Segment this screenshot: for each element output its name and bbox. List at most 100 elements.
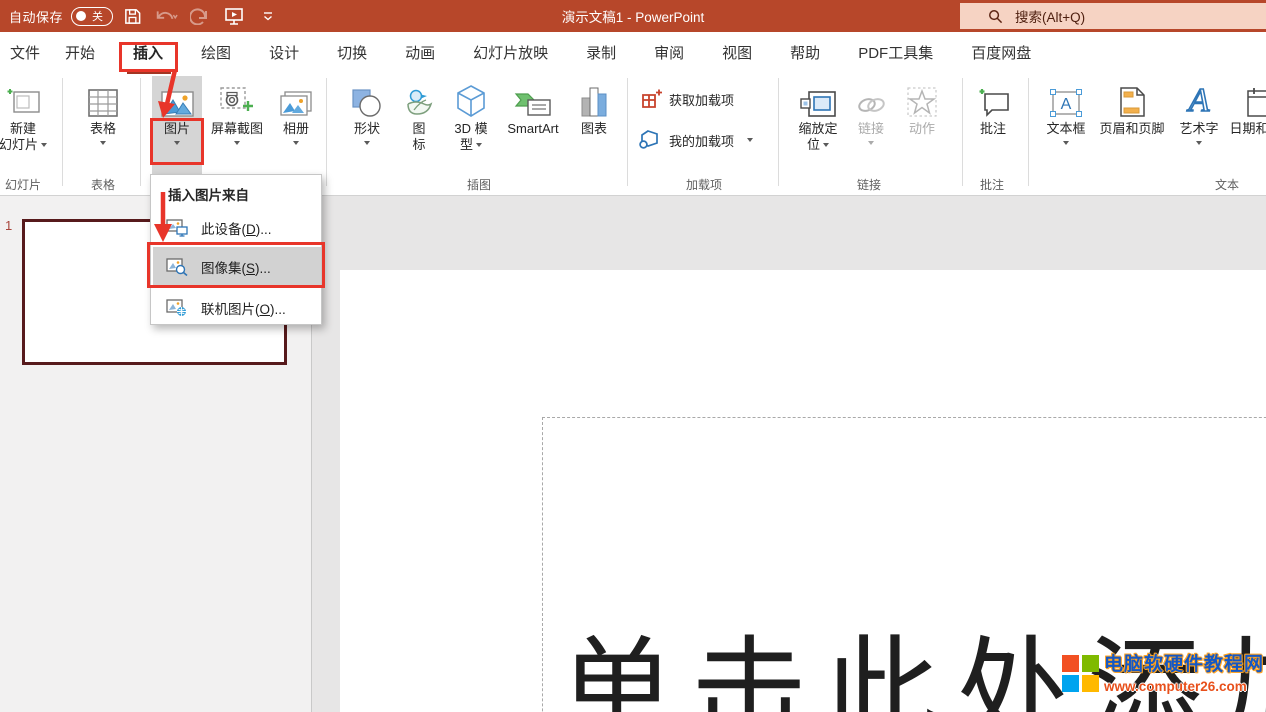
tab-slideshow[interactable]: 幻灯片放映 <box>454 32 567 72</box>
get-addins-button[interactable]: 获取加载项 <box>640 88 734 110</box>
textbox-icon: A <box>1049 78 1083 118</box>
tab-design[interactable]: 设计 <box>250 32 318 72</box>
undo-button[interactable] <box>151 3 181 29</box>
group-divider <box>627 78 628 186</box>
my-addins-button[interactable]: 我的加载项 <box>638 128 753 152</box>
tab-home[interactable]: 开始 <box>46 32 114 72</box>
table-button[interactable]: 表格 <box>74 78 132 174</box>
my-addins-icon <box>638 128 662 152</box>
pictures-dropdown-menu: 插入图片来自 此设备(D)... 图像集(S)... 联机图片(O)... <box>150 174 322 325</box>
tab-record[interactable]: 录制 <box>567 32 635 72</box>
link-button[interactable]: 链接 <box>850 78 892 174</box>
group-label-links: 链接 <box>857 176 881 193</box>
group-label-illustrations: 插图 <box>467 176 491 193</box>
group-divider <box>140 78 141 186</box>
watermark-site-url: www.computer26.com <box>1104 679 1264 694</box>
3d-models-button[interactable]: 3D 模 型 <box>442 78 500 174</box>
screenshot-icon <box>219 78 255 118</box>
group-divider <box>326 78 327 186</box>
save-button[interactable] <box>117 3 147 29</box>
tab-view[interactable]: 视图 <box>703 32 771 72</box>
svg-text:A: A <box>1061 96 1072 113</box>
autosave-state: 关 <box>92 8 103 24</box>
shapes-button[interactable]: 形状 <box>342 78 392 174</box>
powerpoint-window: 自动保存 关 演示文稿1 - PowerPoint 搜索(Alt+Q) 文件 开… <box>0 0 1266 712</box>
wordart-icon: A <box>1182 78 1216 118</box>
search-placeholder: 搜索(Alt+Q) <box>1015 6 1085 26</box>
group-label-tables: 表格 <box>91 176 115 193</box>
chevron-down-icon <box>364 141 370 145</box>
link-icon <box>855 78 887 118</box>
chevron-down-icon <box>823 143 829 147</box>
tab-transitions[interactable]: 切换 <box>318 32 386 72</box>
undo-icon <box>154 7 178 25</box>
tab-review[interactable]: 审阅 <box>635 32 703 72</box>
this-device-icon <box>166 219 188 237</box>
customize-qat-button[interactable] <box>253 3 283 29</box>
chevron-down-icon <box>476 143 482 147</box>
tab-pdf-tools[interactable]: PDF工具集 <box>839 32 952 72</box>
save-icon <box>123 7 142 26</box>
zoom-button[interactable]: 缩放定 位 <box>790 78 846 174</box>
group-divider <box>962 78 963 186</box>
comment-button[interactable]: 批注 <box>970 78 1016 174</box>
pictures-button[interactable]: 图片 <box>152 78 202 174</box>
tab-file[interactable]: 文件 <box>2 32 46 72</box>
slide-surface[interactable]: 单击此处添加 <box>340 270 1266 712</box>
group-divider <box>1028 78 1029 186</box>
tab-insert[interactable]: 插入 <box>114 32 182 72</box>
menu-item-this-device[interactable]: 此设备(D)... <box>153 213 321 243</box>
group-divider <box>778 78 779 186</box>
tab-animations[interactable]: 动画 <box>386 32 454 72</box>
screenshot-button[interactable]: 屏幕截图 <box>206 78 268 174</box>
group-label-slides: 幻灯片 <box>5 176 41 193</box>
datetime-icon <box>1246 78 1266 118</box>
tab-help[interactable]: 帮助 <box>771 32 839 72</box>
slide-number: 1 <box>5 218 12 233</box>
chart-button[interactable]: 图表 <box>568 78 620 174</box>
toggle-knob-icon <box>76 11 86 21</box>
new-slide-button[interactable]: 新建 幻灯片 <box>0 78 62 174</box>
search-icon <box>988 9 1003 24</box>
zoom-summary-icon <box>799 78 837 118</box>
table-icon <box>87 78 119 118</box>
redo-icon <box>190 7 210 25</box>
start-slideshow-button[interactable] <box>219 3 249 29</box>
menu-header: 插入图片来自 <box>168 184 249 204</box>
textbox-button[interactable]: A 文本框 <box>1040 78 1092 174</box>
smartart-button[interactable]: SmartArt <box>502 78 564 174</box>
chevron-down-icon <box>234 141 240 145</box>
online-pictures-icon <box>166 299 188 317</box>
3d-cube-icon <box>455 78 487 118</box>
stock-images-icon <box>166 258 188 276</box>
action-button[interactable]: 动作 <box>898 78 946 174</box>
microsoft-logo-icon <box>1062 655 1099 692</box>
group-label-text: 文本 <box>1215 176 1239 193</box>
icons-duck-icon <box>404 78 434 118</box>
slideshow-icon <box>224 6 244 26</box>
tab-draw[interactable]: 绘图 <box>182 32 250 72</box>
chevron-down-icon <box>100 141 106 145</box>
chevron-down-icon <box>1063 141 1069 145</box>
search-box[interactable]: 搜索(Alt+Q) <box>960 3 1266 29</box>
chevron-down-icon <box>174 141 180 145</box>
chevron-down-icon <box>747 138 753 142</box>
autosave-toggle[interactable]: 关 <box>71 7 113 26</box>
shapes-icon <box>351 78 383 118</box>
get-addins-icon <box>640 88 662 110</box>
menu-item-online-pictures[interactable]: 联机图片(O)... <box>153 293 321 323</box>
wordart-button[interactable]: A 艺术字 <box>1174 78 1224 174</box>
photo-album-button[interactable]: 相册 <box>272 78 320 174</box>
ribbon-tab-row: 文件 开始 插入 绘图 设计 切换 动画 幻灯片放映 录制 审阅 视图 帮助 P… <box>0 32 1266 72</box>
group-label-addins: 加载项 <box>686 176 722 193</box>
redo-button[interactable] <box>185 3 215 29</box>
editing-canvas: 单击此处添加 <box>312 196 1266 712</box>
group-divider <box>62 78 63 186</box>
icons-button[interactable]: 图 标 <box>398 78 440 174</box>
pictures-icon <box>161 78 194 118</box>
tab-baidu-netdisk[interactable]: 百度网盘 <box>952 32 1050 72</box>
datetime-button[interactable]: 日期和时间 <box>1232 78 1266 174</box>
menu-item-stock-images[interactable]: 图像集(S)... <box>153 247 321 287</box>
svg-text:A: A <box>1187 84 1210 118</box>
header-footer-button[interactable]: 页眉和页脚 <box>1096 78 1168 174</box>
